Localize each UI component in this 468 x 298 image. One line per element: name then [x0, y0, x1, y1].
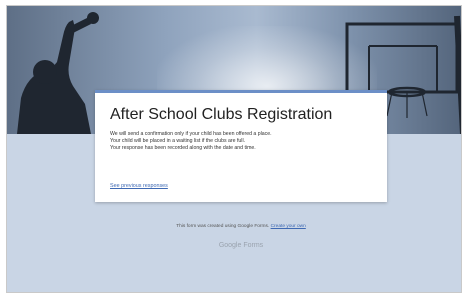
- see-previous-responses-link[interactable]: See previous responses: [110, 183, 168, 189]
- confirmation-card: After School Clubs Registration We will …: [95, 90, 387, 202]
- form-page: After School Clubs Registration We will …: [6, 5, 462, 293]
- message-line-2: Your child will be placed in a waiting l…: [110, 138, 246, 144]
- confirmation-message: We will send a confirmation only if your…: [110, 131, 373, 152]
- form-title: After School Clubs Registration: [110, 106, 333, 123]
- message-line-3: Your response has been recorded along wi…: [110, 145, 256, 151]
- google-forms-logo[interactable]: Google Forms: [95, 242, 387, 249]
- create-your-own-link[interactable]: Create your own: [271, 224, 306, 229]
- footer-created-text: This form was created using Google Forms…: [176, 224, 270, 229]
- footer-note: This form was created using Google Forms…: [95, 224, 387, 229]
- message-line-1: We will send a confirmation only if your…: [110, 131, 272, 137]
